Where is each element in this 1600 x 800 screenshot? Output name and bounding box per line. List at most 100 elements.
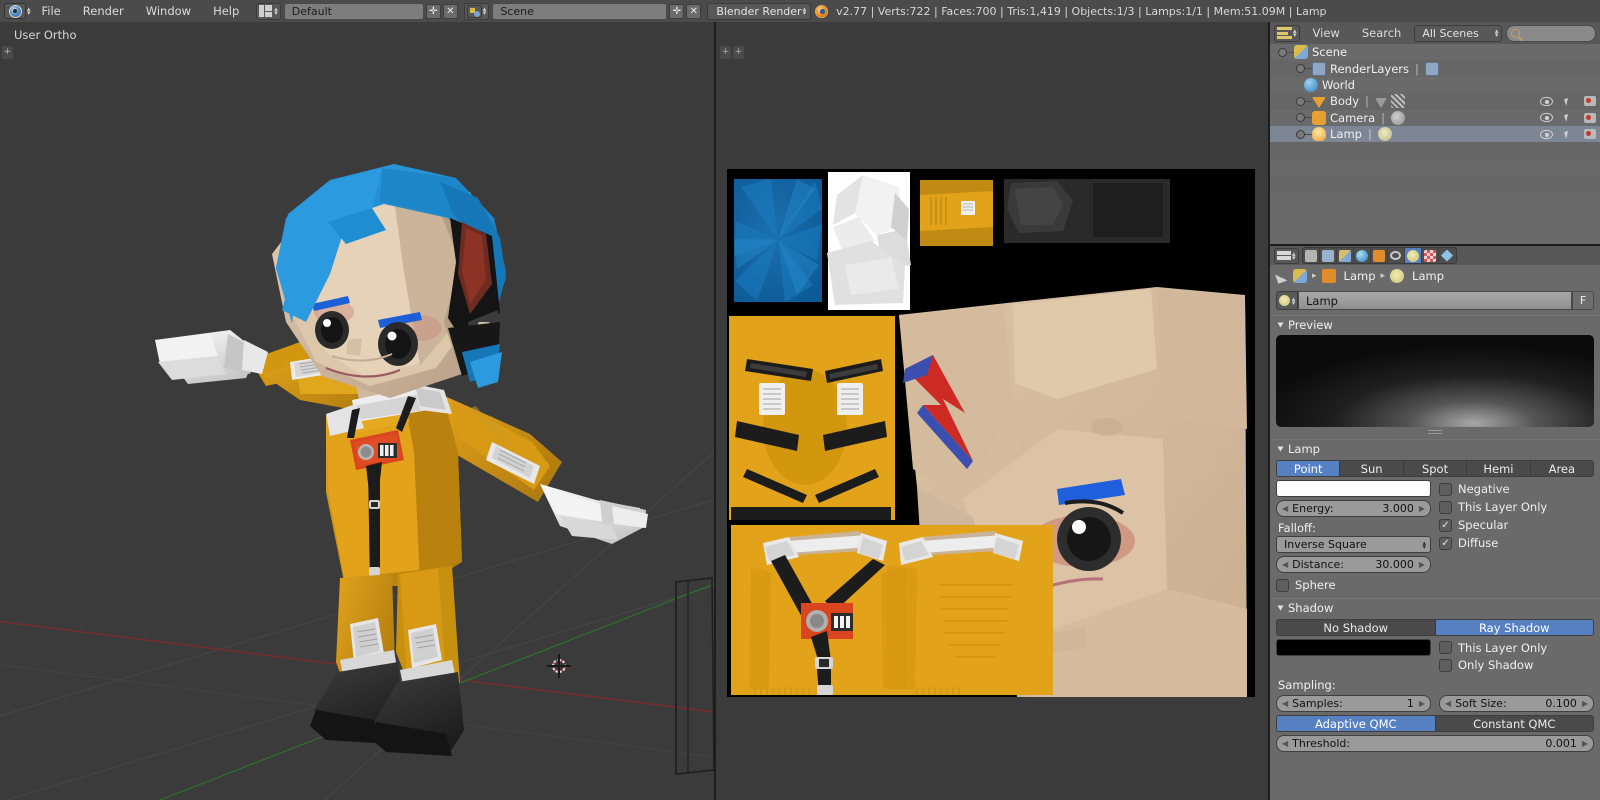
shadow-this-layer-only-checkbox[interactable]: This Layer Only xyxy=(1439,639,1594,656)
eye-icon[interactable] xyxy=(1540,113,1553,123)
editor-divider-horizontal[interactable] xyxy=(1270,244,1600,246)
screen-layout-selector[interactable]: ▴ ▾ xyxy=(256,2,281,20)
breadcrumb-data[interactable]: Lamp xyxy=(1412,269,1444,283)
lamp-negative-checkbox[interactable]: Negative xyxy=(1439,480,1594,498)
checkbox-icon[interactable] xyxy=(1439,641,1452,654)
checkbox-checked-icon[interactable]: ✓ xyxy=(1439,518,1452,532)
increment-icon[interactable]: ▶ xyxy=(1419,560,1425,569)
lamp-datablock-icon[interactable]: ▴ ▾ xyxy=(1276,291,1298,310)
lamp-type-hemi[interactable]: Hemi xyxy=(1467,461,1531,476)
menu-file[interactable]: File xyxy=(31,4,72,18)
outliner-row-camera[interactable]: Camera | xyxy=(1270,110,1600,126)
checkbox-icon[interactable] xyxy=(1439,500,1452,514)
vertex-group-icon[interactable] xyxy=(1390,94,1405,109)
expander-plus-icon[interactable] xyxy=(1296,113,1305,123)
outliner-row-scene[interactable]: Scene xyxy=(1270,44,1600,60)
lamp-type-sun[interactable]: Sun xyxy=(1340,461,1404,476)
renderlayer-data-icon[interactable] xyxy=(1424,61,1439,76)
lamp-type-selector[interactable]: Point Sun Spot Hemi Area xyxy=(1276,460,1594,477)
tab-lamp-data[interactable] xyxy=(1404,248,1422,263)
tab-world[interactable] xyxy=(1354,248,1371,263)
mesh-data-icon[interactable] xyxy=(1374,97,1387,108)
shadow-mode-none[interactable]: No Shadow xyxy=(1277,620,1436,635)
add-scene-button[interactable]: ✛ xyxy=(669,3,685,19)
checkbox-icon[interactable] xyxy=(1276,578,1289,592)
shadow-mode-ray[interactable]: Ray Shadow xyxy=(1435,620,1593,635)
pin-icon[interactable] xyxy=(1274,268,1290,284)
tab-texture[interactable] xyxy=(1422,248,1439,263)
editor-type-selector[interactable]: ▴ ▾ xyxy=(1274,247,1299,264)
menu-help[interactable]: Help xyxy=(202,4,250,18)
cursor-arrow-icon[interactable] xyxy=(1564,129,1573,139)
eye-icon[interactable] xyxy=(1540,129,1553,139)
outliner-menu-search[interactable]: Search xyxy=(1353,26,1411,40)
editor-divider-vertical-2[interactable] xyxy=(1268,22,1270,800)
outliner-row-toggles[interactable] xyxy=(1540,126,1596,142)
shadow-soft-size-field[interactable]: ◀ Soft Size: 0.100 ▶ xyxy=(1439,695,1594,712)
lamp-energy-field[interactable]: ◀ Energy: 3.000 ▶ xyxy=(1276,500,1431,517)
lamp-color-swatch[interactable] xyxy=(1276,480,1431,497)
expander-minus-icon[interactable] xyxy=(1278,47,1287,57)
outliner-row-renderlayers[interactable]: RenderLayers | xyxy=(1270,60,1600,77)
breadcrumb-object[interactable]: Lamp xyxy=(1344,269,1376,283)
shadow-mode-selector[interactable]: No Shadow Ray Shadow xyxy=(1276,619,1594,636)
decrement-icon[interactable]: ◀ xyxy=(1282,560,1288,569)
lamp-type-point[interactable]: Point xyxy=(1277,461,1341,476)
eye-icon[interactable] xyxy=(1540,96,1553,106)
delete-layout-button[interactable]: ✕ xyxy=(442,3,458,19)
outliner-display-mode-selector[interactable]: ▴ ▾ xyxy=(1274,24,1300,42)
render-engine-selector[interactable]: Blender Render ▴ ▾ xyxy=(707,2,812,20)
scene-name-field[interactable]: Scene xyxy=(492,2,668,20)
outliner-row-world[interactable]: World xyxy=(1270,77,1600,93)
lamp-type-area[interactable]: Area xyxy=(1530,461,1593,476)
uv-toolshelf-toggle[interactable]: + xyxy=(720,46,731,59)
panel-resize-grip[interactable] xyxy=(1428,429,1442,435)
shadow-only-shadow-checkbox[interactable]: Only Shadow xyxy=(1439,656,1594,674)
outliner-row-lamp[interactable]: Lamp | xyxy=(1270,125,1600,143)
scene-selector[interactable]: ▴ ▾ xyxy=(463,2,490,20)
qmc-constant[interactable]: Constant QMC xyxy=(1435,716,1593,731)
tab-render[interactable] xyxy=(1303,248,1320,263)
properties-editor[interactable]: ▴ ▾ ▸ Lamp ▸ Lamp ▴ ▾ Lamp F Preview Lam… xyxy=(1270,246,1600,800)
tab-object[interactable] xyxy=(1371,248,1388,263)
expander-plus-icon[interactable] xyxy=(1296,64,1305,74)
increment-icon[interactable]: ▶ xyxy=(1419,699,1425,708)
outliner-row-toggles[interactable] xyxy=(1540,110,1596,126)
panel-header-lamp[interactable]: Lamp xyxy=(1270,439,1600,457)
cursor-arrow-icon[interactable] xyxy=(1564,113,1573,123)
checkbox-checked-icon[interactable]: ✓ xyxy=(1439,536,1452,550)
uv-image-editor[interactable]: + + xyxy=(716,22,1268,800)
expander-plus-icon[interactable] xyxy=(1296,129,1305,139)
camera-render-icon[interactable] xyxy=(1584,96,1596,107)
lamp-this-layer-only-checkbox[interactable]: This Layer Only xyxy=(1439,498,1594,516)
blender-logo-icon[interactable] xyxy=(4,3,26,19)
datablock-name-field[interactable]: Lamp xyxy=(1298,291,1572,310)
menu-render[interactable]: Render xyxy=(72,4,135,18)
shadow-color-swatch[interactable] xyxy=(1276,639,1431,656)
lamp-specular-checkbox[interactable]: ✓ Specular xyxy=(1439,516,1594,534)
outliner-row-body[interactable]: Body | xyxy=(1270,93,1600,110)
uv-sidebar-toggle[interactable]: + xyxy=(733,46,744,59)
screen-layout-name[interactable]: Default xyxy=(283,2,424,20)
qmc-mode-selector[interactable]: Adaptive QMC Constant QMC xyxy=(1276,715,1594,732)
shadow-threshold-field[interactable]: ◀ Threshold: 0.001 ▶ xyxy=(1276,735,1594,752)
outliner-menu-view[interactable]: View xyxy=(1304,26,1349,40)
increment-icon[interactable]: ▶ xyxy=(1419,504,1425,513)
expander-plus-icon[interactable] xyxy=(1296,96,1305,106)
outliner-search-input[interactable] xyxy=(1506,24,1596,42)
menu-window[interactable]: Window xyxy=(135,4,202,18)
decrement-icon[interactable]: ◀ xyxy=(1282,504,1288,513)
properties-tab-group[interactable] xyxy=(1301,247,1457,264)
checkbox-icon[interactable] xyxy=(1439,482,1452,496)
tab-physics[interactable] xyxy=(1439,248,1456,263)
camera-render-icon[interactable] xyxy=(1584,112,1596,123)
lamp-type-spot[interactable]: Spot xyxy=(1403,461,1468,476)
fake-user-button[interactable]: F xyxy=(1572,291,1594,310)
outliner-scene-filter[interactable]: All Scenes ▴ ▾ xyxy=(1414,24,1503,42)
lamp-sphere-checkbox[interactable]: Sphere xyxy=(1276,576,1431,594)
cursor-arrow-icon[interactable] xyxy=(1564,96,1573,106)
tab-render-layers[interactable] xyxy=(1320,248,1337,263)
decrement-icon[interactable]: ◀ xyxy=(1282,739,1288,748)
decrement-icon[interactable]: ◀ xyxy=(1445,699,1451,708)
panel-header-shadow[interactable]: Shadow xyxy=(1270,598,1600,616)
